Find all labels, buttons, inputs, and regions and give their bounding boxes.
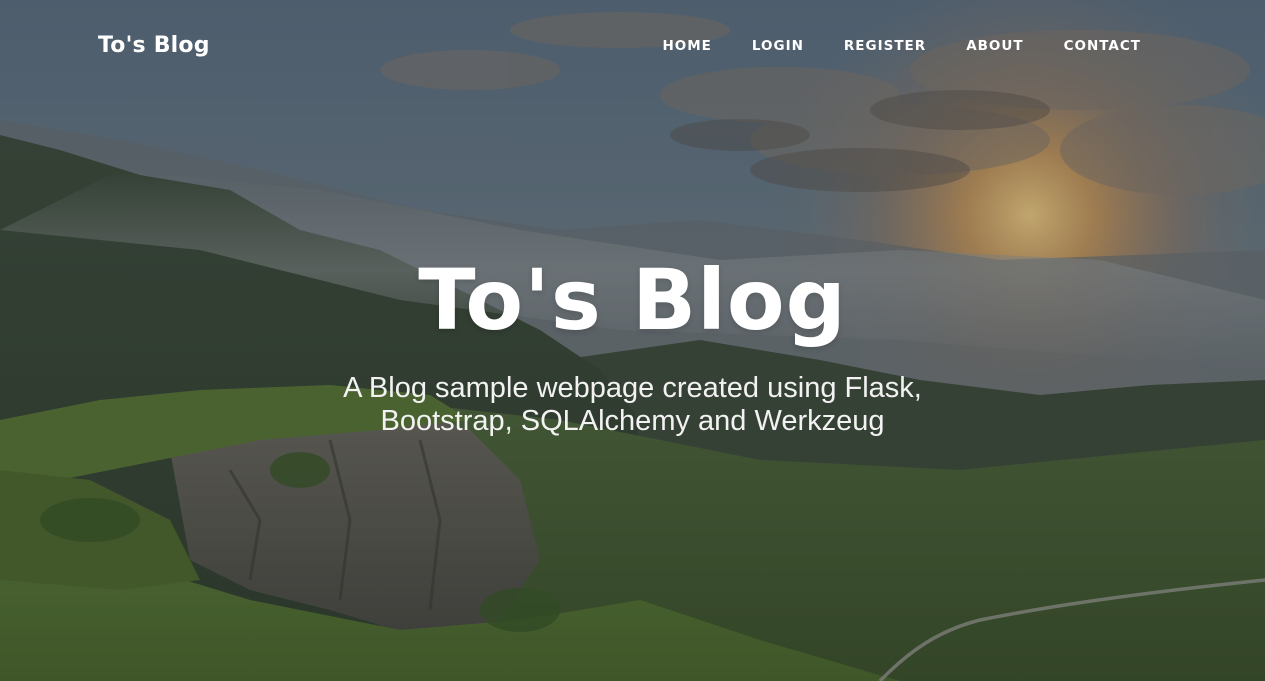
nav-link-about[interactable]: ABOUT: [966, 38, 1023, 54]
nav-links: HOME LOGIN REGISTER ABOUT CONTACT: [662, 38, 1141, 54]
nav-link-contact[interactable]: CONTACT: [1064, 38, 1141, 54]
nav-link-login[interactable]: LOGIN: [752, 38, 804, 54]
hero-header: To's Blog HOME LOGIN REGISTER ABOUT CONT…: [0, 0, 1265, 681]
hero-title: To's Blog: [418, 251, 847, 349]
nav-link-home[interactable]: HOME: [662, 38, 711, 54]
main-navbar: To's Blog HOME LOGIN REGISTER ABOUT CONT…: [0, 0, 1265, 96]
navbar-brand[interactable]: To's Blog: [98, 33, 210, 58]
site-heading: To's Blog A Blog sample webpage created …: [0, 250, 1265, 438]
nav-link-register[interactable]: REGISTER: [844, 38, 926, 54]
hero-subtitle: A Blog sample webpage created using Flas…: [343, 372, 922, 437]
